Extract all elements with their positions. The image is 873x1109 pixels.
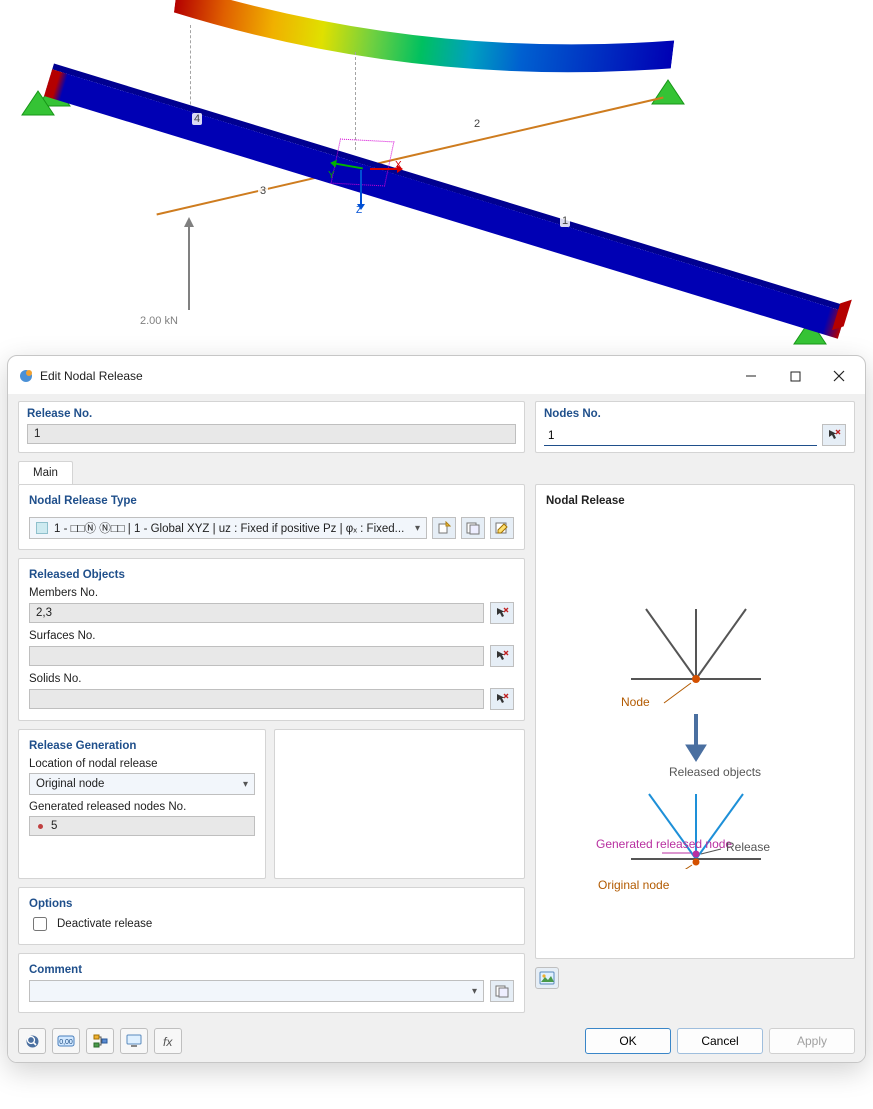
deactivate-checkbox-row[interactable]: Deactivate release (29, 914, 514, 934)
units-button[interactable]: 0,00 (52, 1028, 80, 1054)
released-section-title: Released Objects (29, 569, 514, 581)
script-button[interactable]: fx (154, 1028, 182, 1054)
type-swatch-icon (36, 522, 48, 534)
nodes-no-box: Nodes No. (535, 401, 855, 453)
pick-members-button[interactable] (490, 602, 514, 624)
nodes-no-label: Nodes No. (544, 408, 846, 420)
options-panel: Options Deactivate release (18, 887, 525, 945)
dialog-titlebar[interactable]: Edit Nodal Release (8, 356, 865, 394)
surfaces-input[interactable] (29, 646, 484, 666)
location-label: Location of nodal release (29, 758, 255, 770)
load-value: 2.00 kN (140, 315, 178, 327)
members-label: Members No. (29, 587, 514, 599)
preview-diagram (536, 509, 836, 869)
surfaces-label: Surfaces No. (29, 630, 514, 642)
released-objects-panel: Released Objects Members No. Surfaces No… (18, 558, 525, 721)
pick-surfaces-button[interactable] (490, 645, 514, 667)
label-release: Release (726, 840, 770, 854)
generated-label: Generated released nodes No. (29, 801, 255, 813)
node-dot-icon (38, 824, 43, 829)
nodes-no-input[interactable] (544, 426, 817, 446)
generated-nodes-value: 5 (51, 820, 57, 832)
comment-panel: Comment ▾ (18, 953, 525, 1013)
pick-node-button[interactable] (822, 424, 846, 446)
chevron-down-icon: ▾ (472, 986, 477, 997)
chevron-down-icon: ▾ (243, 779, 248, 790)
dialog-button-row: 0,00 fx OK Cancel Apply (8, 1020, 865, 1062)
release-no-input[interactable] (27, 424, 516, 444)
label-node: Node (621, 695, 650, 709)
members-input[interactable] (29, 603, 484, 623)
blank-panel (274, 729, 525, 879)
model-viewport[interactable]: X Y Z 1 2 3 4 2.00 kN (0, 0, 873, 355)
display-button[interactable] (120, 1028, 148, 1054)
pick-solids-button[interactable] (490, 688, 514, 710)
apply-button[interactable]: Apply (769, 1028, 855, 1054)
label-generated: Generated released node (596, 837, 666, 851)
dialog-title: Edit Nodal Release (40, 369, 143, 383)
release-no-box: Release No. (18, 401, 525, 453)
solids-input[interactable] (29, 689, 484, 709)
nodal-release-type-panel: Nodal Release Type 1 - □□Ⓝ Ⓝ□□ | 1 - Glo… (18, 484, 525, 550)
main-beam (44, 69, 846, 338)
member-label-4: 4 (192, 113, 202, 125)
svg-text:0,00: 0,00 (59, 1039, 73, 1046)
axis-y-label: Y (328, 170, 335, 181)
release-no-label: Release No. (27, 408, 516, 420)
preview-image-button[interactable] (535, 967, 559, 989)
type-new-button[interactable] (432, 517, 456, 539)
help-button[interactable] (18, 1028, 46, 1054)
axis-x-label: X (395, 160, 402, 171)
close-button[interactable] (817, 362, 861, 390)
release-generation-panel: Release Generation Location of nodal rel… (18, 729, 266, 879)
edit-nodal-release-dialog: Edit Nodal Release Release No. Nodes No. (7, 355, 866, 1063)
member-label-3: 3 (258, 185, 268, 197)
comment-dropdown[interactable]: ▾ (29, 980, 484, 1002)
result-beam (175, 0, 675, 63)
comment-section-title: Comment (29, 964, 514, 976)
load-arrow (188, 225, 190, 310)
axis-z-label: Z (356, 205, 362, 216)
generation-section-title: Release Generation (29, 740, 255, 752)
solids-label: Solids No. (29, 673, 514, 685)
minimize-button[interactable] (729, 362, 773, 390)
preview-title: Nodal Release (546, 495, 844, 507)
options-section-title: Options (29, 898, 514, 910)
location-dropdown[interactable]: Original node ▾ (29, 773, 255, 795)
generated-nodes-field: 5 (29, 816, 255, 836)
type-edit-button[interactable] (490, 517, 514, 539)
axis-x (370, 168, 398, 170)
label-released-objects: Released objects (669, 765, 761, 779)
ok-button[interactable]: OK (585, 1028, 671, 1054)
label-original-node: Original node (598, 878, 669, 892)
tab-main[interactable]: Main (18, 461, 73, 484)
svg-text:fx: fx (163, 1035, 173, 1049)
release-type-dropdown[interactable]: 1 - □□Ⓝ Ⓝ□□ | 1 - Global XYZ | uᴢ : Fixe… (29, 517, 427, 539)
release-type-value: 1 - □□Ⓝ Ⓝ□□ | 1 - Global XYZ | uᴢ : Fixe… (54, 520, 404, 536)
deactivate-checkbox[interactable] (33, 917, 47, 931)
chevron-down-icon: ▾ (415, 523, 420, 534)
member-label-1: 1 (560, 215, 570, 227)
app-icon (18, 368, 34, 384)
cancel-button[interactable]: Cancel (677, 1028, 763, 1054)
axis-z (360, 170, 362, 205)
type-library-button[interactable] (461, 517, 485, 539)
maximize-button[interactable] (773, 362, 817, 390)
tree-button[interactable] (86, 1028, 114, 1054)
location-value: Original node (36, 778, 104, 790)
comment-save-button[interactable] (490, 980, 514, 1002)
member-label-2: 2 (472, 118, 482, 130)
trace-dash-mid (355, 52, 356, 150)
deactivate-label: Deactivate release (57, 918, 152, 930)
preview-panel: Nodal Release (535, 484, 855, 959)
type-section-title: Nodal Release Type (29, 495, 514, 507)
